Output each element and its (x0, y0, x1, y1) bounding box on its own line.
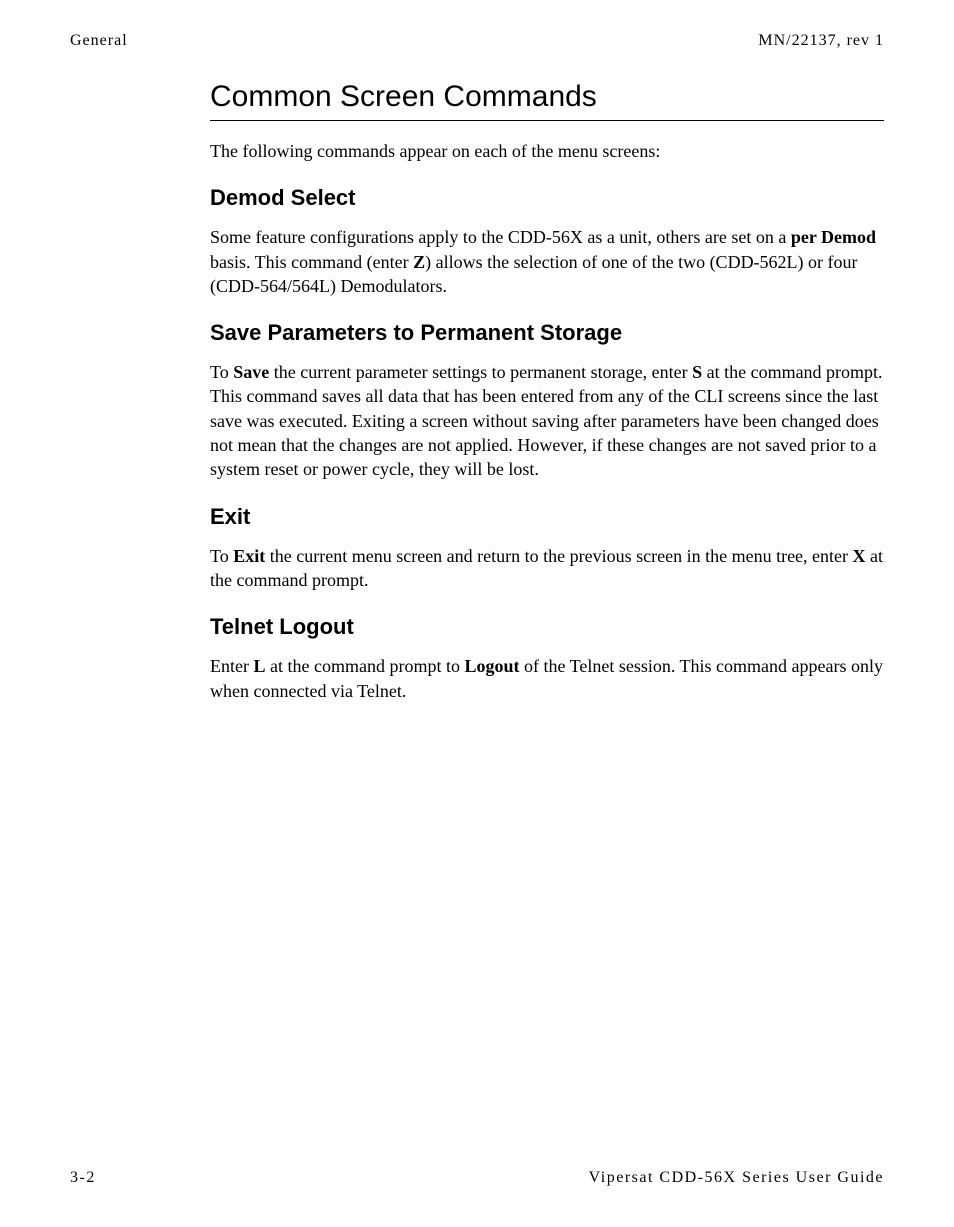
intro-paragraph: The following commands appear on each of… (210, 139, 884, 163)
exit-paragraph: To Exit the current menu screen and retu… (210, 544, 884, 593)
text: To (210, 546, 233, 566)
bold-text: S (692, 362, 702, 382)
demod-select-paragraph: Some feature configurations apply to the… (210, 225, 884, 298)
bold-text: per Demod (791, 227, 876, 247)
footer-doc-title: Vipersat CDD-56X Series User Guide (589, 1169, 884, 1187)
text: at the command prompt to (266, 656, 465, 676)
exit-heading: Exit (210, 504, 884, 530)
bold-text: Save (233, 362, 269, 382)
save-parameters-paragraph: To Save the current parameter settings t… (210, 360, 884, 481)
header-doc-id: MN/22137, rev 1 (758, 32, 884, 50)
text: basis. This command (enter (210, 252, 413, 272)
bold-text: Z (413, 252, 425, 272)
demod-select-heading: Demod Select (210, 185, 884, 211)
page-footer: 3-2 Vipersat CDD-56X Series User Guide (70, 1169, 884, 1187)
page-content: Common Screen Commands The following com… (70, 80, 884, 703)
page-number: 3-2 (70, 1169, 96, 1187)
text: Some feature configurations apply to the… (210, 227, 791, 247)
page-header: General MN/22137, rev 1 (70, 32, 884, 50)
bold-text: L (253, 656, 265, 676)
header-section-label: General (70, 32, 128, 50)
page-title: Common Screen Commands (210, 80, 884, 121)
telnet-logout-paragraph: Enter L at the command prompt to Logout … (210, 654, 884, 703)
telnet-logout-heading: Telnet Logout (210, 614, 884, 640)
text: the current menu screen and return to th… (265, 546, 852, 566)
text: Enter (210, 656, 253, 676)
bold-text: Exit (233, 546, 265, 566)
text: the current parameter settings to perman… (269, 362, 692, 382)
save-parameters-heading: Save Parameters to Permanent Storage (210, 320, 884, 346)
text: To (210, 362, 233, 382)
bold-text: X (853, 546, 866, 566)
bold-text: Logout (464, 656, 519, 676)
